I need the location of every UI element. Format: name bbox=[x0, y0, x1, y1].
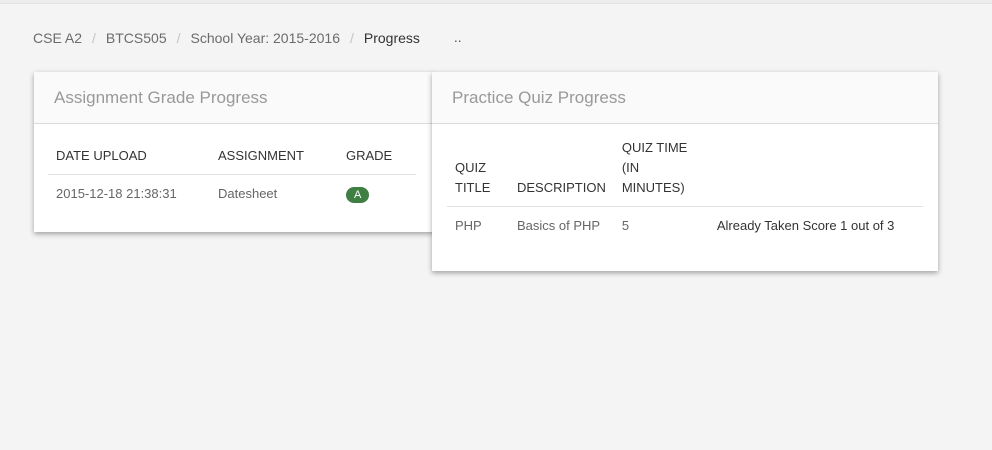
breadcrumb-separator: / bbox=[92, 30, 96, 46]
column-header-description: DESCRIPTION bbox=[509, 138, 614, 207]
table-header-row: DATE UPLOAD ASSIGNMENT GRADE bbox=[48, 140, 416, 175]
breadcrumb: CSE A2 / BTCS505 / School Year: 2015-201… bbox=[33, 29, 462, 47]
table-header-row: QUIZ TITLE DESCRIPTION QUIZ TIME (IN MIN… bbox=[447, 138, 923, 207]
quiz-status-cell: Already Taken Score 1 out of 3 bbox=[716, 218, 895, 233]
table-row: PHP Basics of PHP 5 Already Taken Score … bbox=[447, 207, 923, 246]
breadcrumb-class[interactable]: CSE A2 bbox=[33, 30, 82, 46]
quiz-table: QUIZ TITLE DESCRIPTION QUIZ TIME (IN MIN… bbox=[447, 138, 923, 245]
column-header-quiz-time: QUIZ TIME (IN MINUTES) bbox=[613, 138, 709, 207]
column-header-date-upload: DATE UPLOAD bbox=[48, 140, 210, 175]
grade-badge: A bbox=[346, 187, 370, 203]
column-header-status bbox=[708, 138, 923, 207]
quiz-title-cell: PHP bbox=[455, 218, 482, 233]
breadcrumb-course[interactable]: BTCS505 bbox=[106, 30, 167, 46]
grade-cell: A bbox=[338, 175, 416, 214]
breadcrumb-separator: / bbox=[176, 30, 181, 46]
date-upload-cell: 2015-12-18 21:38:31 bbox=[56, 186, 177, 201]
practice-quiz-panel: Practice Quiz Progress QUIZ TITLE DESCRI… bbox=[432, 72, 938, 271]
breadcrumb-extra: .. bbox=[453, 29, 462, 45]
breadcrumb-separator: / bbox=[349, 30, 354, 46]
top-bar bbox=[0, 0, 992, 4]
breadcrumb-current: Progress bbox=[363, 30, 420, 46]
assignment-cell: Datesheet bbox=[218, 186, 278, 201]
panel-title: Assignment Grade Progress bbox=[34, 72, 434, 124]
column-header-quiz-title: QUIZ TITLE bbox=[447, 138, 509, 207]
assignment-grade-panel: Assignment Grade Progress DATE UPLOAD AS… bbox=[34, 72, 434, 232]
table-row: 2015-12-18 21:38:31 Datesheet A bbox=[48, 175, 416, 214]
panel-title: Practice Quiz Progress bbox=[432, 72, 938, 124]
column-header-grade: GRADE bbox=[338, 140, 416, 175]
column-header-assignment: ASSIGNMENT bbox=[210, 140, 338, 175]
quiz-time-cell: 5 bbox=[621, 218, 630, 233]
description-cell: Basics of PHP bbox=[517, 218, 601, 233]
assignment-table: DATE UPLOAD ASSIGNMENT GRADE 2015-12-18 … bbox=[48, 140, 416, 213]
breadcrumb-school-year[interactable]: School Year: 2015-2016 bbox=[191, 30, 340, 46]
